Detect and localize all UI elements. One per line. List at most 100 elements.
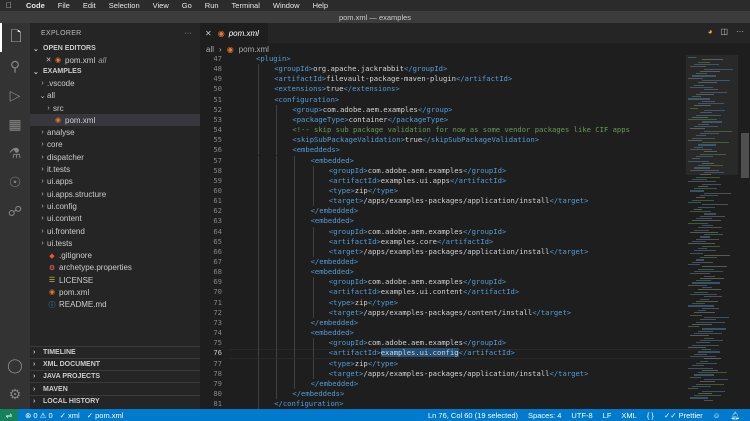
account-icon[interactable]: ◯ <box>0 351 30 380</box>
maven-section[interactable]: › MAVEN <box>30 382 200 394</box>
more-actions-icon[interactable]: ··· <box>736 27 744 36</box>
open-editor-item[interactable]: ✕ ◉ pom.xml all <box>30 54 200 66</box>
close-icon[interactable]: ✕ <box>205 29 212 38</box>
end-of-line[interactable]: LF <box>603 411 612 420</box>
tree-item[interactable]: › core <box>30 139 200 151</box>
tree-item[interactable]: › analyse <box>30 126 200 138</box>
indent-guide <box>312 348 314 359</box>
java-projects-section[interactable]: › JAVA PROJECTS <box>30 370 200 382</box>
menu-view[interactable]: View <box>153 1 169 10</box>
test-icon[interactable]: ⚗ <box>0 139 30 168</box>
more-actions-icon[interactable]: ··· <box>184 30 192 37</box>
open-editors-section[interactable]: ⌄ OPEN EDITORS <box>30 43 200 54</box>
files-icon[interactable]: 🗋 <box>0 23 30 52</box>
chevron-down-icon: ⌄ <box>39 92 46 100</box>
pom-status-item[interactable]: ✓ pom.xml <box>87 411 124 420</box>
tree-item[interactable]: › ui.apps.structure <box>30 188 200 200</box>
xml-text: /apps/examples-packages/application/inst… <box>363 368 550 378</box>
tree-item[interactable]: › dispatcher <box>30 151 200 163</box>
xml-tag: <type> <box>328 297 355 307</box>
indent-guide <box>312 277 314 288</box>
tree-item[interactable]: › ui.tests <box>30 237 200 249</box>
breadcrumb-item[interactable]: pom.xml <box>239 45 269 54</box>
tree-item[interactable]: ◉ pom.xml <box>30 286 200 298</box>
tree-item[interactable]: › ui.content <box>30 213 200 225</box>
tree-item[interactable]: › .vscode <box>30 77 200 89</box>
minimap[interactable] <box>686 55 738 409</box>
tree-item[interactable]: ⌄ all <box>30 90 200 102</box>
tree-item[interactable]: › ui.frontend <box>30 225 200 237</box>
tree-item[interactable]: › it.tests <box>30 163 200 175</box>
run-debug-icon[interactable]: ▷ <box>0 81 30 110</box>
menu-edit[interactable]: Edit <box>83 1 96 10</box>
menu-go[interactable]: Go <box>182 1 192 10</box>
git-lens-icon[interactable]: ☉ <box>0 168 30 197</box>
close-icon[interactable]: ✕ <box>44 56 53 64</box>
menu-selection[interactable]: Selection <box>109 1 140 10</box>
indentation[interactable]: Spaces: 4 <box>528 411 561 420</box>
color-wheel-icon[interactable]: ◕ <box>708 27 713 36</box>
workspace-section[interactable]: ⌄ EXAMPLES <box>30 66 200 77</box>
apple-icon[interactable]:  <box>6 1 16 10</box>
menu-code[interactable]: Code <box>26 1 45 10</box>
tree-item[interactable]: ⚙ archetype.properties <box>30 262 200 274</box>
tab-pom-xml[interactable]: ✕ ◉ pom.xml <box>200 23 268 43</box>
xml-tag: </artifactId> <box>462 287 520 297</box>
minimap-line <box>698 310 706 312</box>
vertical-scrollbar[interactable] <box>740 55 750 409</box>
tree-item[interactable]: ◉ pom.xml <box>30 114 200 127</box>
menu-terminal[interactable]: Terminal <box>232 1 260 10</box>
line-number: 60 <box>213 185 222 195</box>
settings-icon[interactable]: ⚙ <box>0 380 30 409</box>
code-line: 77 <type>zip</type> <box>200 358 690 369</box>
chevron-right-icon: › <box>33 373 36 381</box>
indent-guide <box>258 277 259 288</box>
line-number: 81 <box>213 399 222 409</box>
rss-icon: ◉ <box>217 28 225 38</box>
indent-guide <box>258 84 259 95</box>
search-icon[interactable]: ⚲ <box>0 52 30 81</box>
encoding[interactable]: UTF-8 <box>571 411 592 420</box>
indent-guide <box>312 196 314 207</box>
xml-tag: <plugin> <box>256 55 291 63</box>
local-history-section[interactable]: › LOCAL HISTORY <box>30 394 200 407</box>
breadcrumb-item[interactable]: all <box>206 45 214 54</box>
language-mode[interactable]: XML <box>621 411 636 420</box>
menu-run[interactable]: Run <box>205 1 219 10</box>
feedback-icon[interactable]: ☺ <box>713 411 721 420</box>
tree-item[interactable]: › ui.apps <box>30 176 200 188</box>
tree-item[interactable]: ⓘ README.md <box>30 299 200 311</box>
menu-file[interactable]: File <box>58 1 70 10</box>
cursor-position[interactable]: Ln 76, Col 60 (19 selected) <box>428 411 518 420</box>
minimap-line <box>704 151 717 153</box>
timeline-section[interactable]: › TIMELINE <box>30 345 200 358</box>
tree-item[interactable]: › src <box>30 102 200 114</box>
brackets-icon[interactable]: { } <box>647 411 654 420</box>
tree-item-label: LICENSE <box>59 275 94 285</box>
line-number: 69 <box>213 277 222 287</box>
minimap-line <box>698 372 727 374</box>
split-editor-icon[interactable]: ◫ <box>720 27 728 36</box>
notifications-icon[interactable]: 🔔︎ <box>730 411 740 420</box>
indent-guide <box>276 246 278 257</box>
code-line: 61 <target>/apps/examples-packages/applic… <box>200 196 690 207</box>
code-line: 78 <target>/apps/examples-packages/applic… <box>200 368 690 379</box>
problems-indicator[interactable]: ⊗ 0 ⚠ 0 <box>25 411 53 420</box>
remote-icon[interactable]: ⇌ <box>0 409 18 421</box>
prettier-status[interactable]: ✓✓ Prettier <box>664 411 703 420</box>
tree-item[interactable]: ◆ .gitignore <box>30 249 200 261</box>
menu-help[interactable]: Help <box>313 1 328 10</box>
tree-item[interactable]: › ui.config <box>30 200 200 212</box>
xml-document-section[interactable]: › XML DOCUMENT <box>30 357 200 370</box>
menu-window[interactable]: Window <box>273 1 300 10</box>
indent-guide <box>294 328 296 339</box>
xml-tag: </group> <box>417 104 453 114</box>
indent-guide <box>294 185 296 197</box>
xml-status-item[interactable]: ✓ xml <box>60 411 80 420</box>
code-line: 81 </configuration> <box>200 399 690 409</box>
source-control-icon[interactable]: ☍ <box>0 197 30 226</box>
scrollbar-thumb[interactable] <box>741 133 749 178</box>
extensions-icon[interactable]: ▦ <box>0 110 30 139</box>
code-editor[interactable]: 47 <plugin> 48 <groupId>org.apache.jackrabb… <box>200 55 750 409</box>
tree-item[interactable]: ☰ LICENSE <box>30 274 200 286</box>
